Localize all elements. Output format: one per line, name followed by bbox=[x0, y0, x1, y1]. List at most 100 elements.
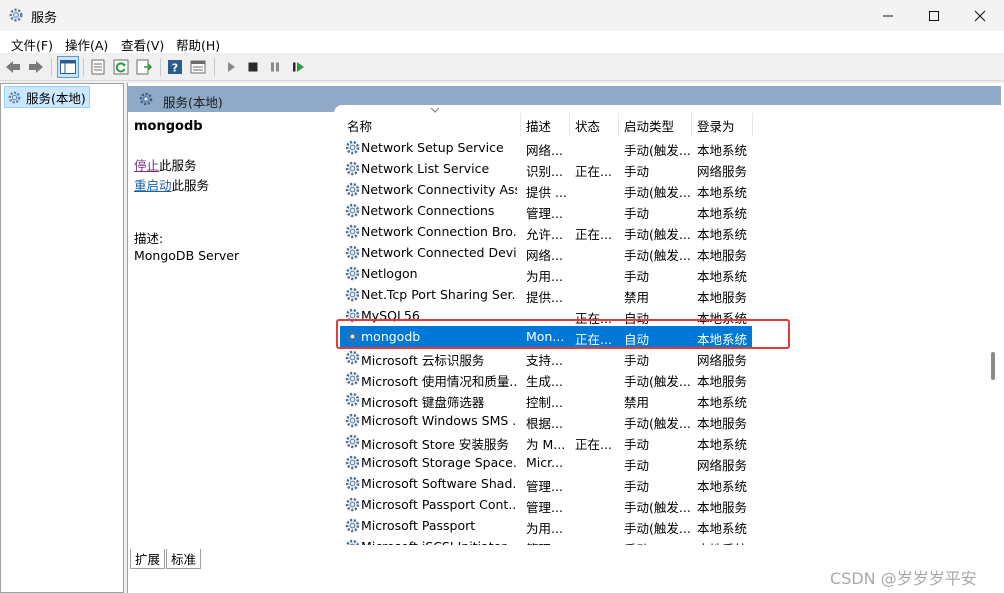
service-row[interactable]: Microsoft Passport Cont... 管理... 手动(触发... 本… bbox=[340, 494, 752, 515]
column-log-on-as[interactable]: 登录为 bbox=[697, 116, 735, 135]
refresh-button[interactable] bbox=[112, 58, 130, 76]
view-button[interactable] bbox=[189, 58, 207, 76]
column-divider[interactable] bbox=[691, 113, 692, 137]
service-startup-cell: 禁用 bbox=[624, 290, 650, 305]
selected-service-name: mongodb bbox=[134, 119, 203, 134]
restart-service-link[interactable]: 重启动 bbox=[134, 178, 172, 193]
console-tree: 服务(本地) bbox=[0, 83, 124, 593]
service-desc-cell: 允许... bbox=[526, 227, 563, 242]
service-gear-icon bbox=[345, 497, 360, 512]
back-button[interactable] bbox=[4, 58, 22, 76]
column-divider[interactable] bbox=[520, 113, 521, 137]
service-name-cell: Microsoft Passport Cont... bbox=[361, 497, 517, 512]
service-row[interactable]: Microsoft Passport 为用... 手动(触发... 本地系统 bbox=[340, 515, 752, 536]
service-status-cell: 正在... bbox=[575, 437, 612, 452]
stop-service-link[interactable]: 停止 bbox=[134, 158, 159, 173]
menu-file[interactable]: 文件(F) bbox=[11, 35, 53, 54]
restart-service-button[interactable] bbox=[289, 58, 307, 76]
close-icon bbox=[974, 10, 986, 21]
service-row[interactable]: Microsoft iSCSI Initiator ... 管理... 手动本地系统 bbox=[340, 536, 752, 545]
column-header: 名称 描述 状态 启动类型 登录为 bbox=[334, 107, 1001, 135]
service-startup-cell: 手动 bbox=[624, 269, 650, 284]
show-hide-tree-button[interactable] bbox=[57, 56, 79, 78]
service-desc-cell: 管理... bbox=[526, 206, 563, 221]
service-name-cell: Network Connected Devi... bbox=[361, 245, 517, 260]
service-row[interactable]: Microsoft Windows SMS ... 根据... 手动(触发... 本地… bbox=[340, 410, 752, 431]
service-row[interactable]: Network Connected Devi... 网络... 手动(触发... 本地… bbox=[340, 242, 752, 263]
menu-action[interactable]: 操作(A) bbox=[65, 35, 108, 54]
vertical-scrollbar[interactable] bbox=[987, 104, 1001, 546]
service-logon-cell: 本地系统 bbox=[697, 521, 748, 536]
svg-text:?: ? bbox=[172, 62, 178, 75]
service-name-cell: Microsoft Storage Space... bbox=[361, 455, 517, 470]
toolbar-divider bbox=[214, 58, 215, 76]
service-row[interactable]: Microsoft Store 安装服务 为 M... 正在... 手动 本地系统 bbox=[340, 431, 752, 452]
service-row[interactable]: Network List Service 识别... 正在... 手动 网络服务 bbox=[340, 158, 752, 179]
sort-arrow-icon bbox=[430, 107, 440, 113]
column-name[interactable]: 名称 bbox=[347, 116, 372, 135]
service-row[interactable]: Microsoft Storage Space... Micr... 手动 网络服务 bbox=[340, 452, 752, 473]
service-desc-cell: 识别... bbox=[526, 164, 563, 179]
service-row[interactable]: Microsoft 使用情况和质量... 生成... 手动(触发... 本地服务 bbox=[340, 368, 752, 389]
column-startup-type[interactable]: 启动类型 bbox=[624, 116, 674, 135]
service-desc-cell: 管理... bbox=[526, 500, 563, 515]
service-name-cell: Microsoft Windows SMS ... bbox=[361, 413, 517, 428]
service-row[interactable]: Network Connection Bro... 允许... 正在... 手动(触发… bbox=[340, 221, 752, 242]
service-gear-icon bbox=[345, 476, 360, 491]
service-status-cell: 正在... bbox=[575, 164, 612, 179]
service-row[interactable]: Microsoft Software Shad... 管理... 手动 本地系统 bbox=[340, 473, 752, 494]
column-divider[interactable] bbox=[569, 113, 570, 137]
service-startup-cell: 手动(触发... bbox=[624, 185, 691, 200]
start-service-button[interactable] bbox=[222, 58, 240, 76]
menu-view[interactable]: 查看(V) bbox=[121, 35, 164, 54]
pause-service-button[interactable] bbox=[266, 58, 284, 76]
minimize-button[interactable] bbox=[865, 0, 911, 31]
column-status[interactable]: 状态 bbox=[575, 116, 600, 135]
tree-node-label: 服务(本地) bbox=[26, 90, 86, 106]
service-desc-cell: 为用... bbox=[526, 269, 563, 284]
start-icon bbox=[228, 62, 235, 72]
column-divider[interactable] bbox=[618, 113, 619, 137]
properties-button[interactable] bbox=[89, 58, 107, 76]
maximize-button[interactable] bbox=[911, 0, 957, 31]
service-gear-icon bbox=[345, 245, 360, 260]
tab-standard[interactable]: 标准 bbox=[166, 549, 202, 569]
service-logon-cell: 网络服务 bbox=[697, 353, 748, 368]
stop-service-button[interactable] bbox=[244, 58, 262, 76]
service-desc-cell: 网络... bbox=[526, 248, 563, 263]
column-description[interactable]: 描述 bbox=[526, 116, 551, 135]
service-startup-cell: 手动(触发... bbox=[624, 248, 691, 263]
service-row[interactable]: Network Setup Service 网络... 手动(触发... 本地系统 bbox=[340, 137, 752, 158]
column-divider[interactable] bbox=[752, 113, 753, 137]
tab-extended-label: 扩展 bbox=[135, 552, 161, 567]
tree-node-services-local[interactable]: 服务(本地) bbox=[4, 86, 90, 108]
service-logon-cell: 本地系统 bbox=[697, 269, 748, 284]
service-detail: mongodb 停止此服务 重启动此服务 描述: MongoDB Server bbox=[134, 119, 329, 263]
service-name-cell: Netlogon bbox=[361, 266, 418, 281]
scrollbar-thumb[interactable] bbox=[991, 352, 995, 380]
service-logon-cell: 本地服务 bbox=[697, 290, 748, 305]
service-logon-cell: 本地系统 bbox=[697, 539, 753, 545]
toolbar-divider bbox=[83, 58, 84, 76]
service-row[interactable]: Network Connections 管理... 手动 本地系统 bbox=[340, 200, 752, 221]
toolbar-divider bbox=[160, 58, 161, 76]
service-row[interactable]: Netlogon 为用... 手动 本地系统 bbox=[340, 263, 752, 284]
service-gear-icon bbox=[345, 224, 360, 239]
service-row[interactable]: Microsoft 云标识服务 支持... 手动 网络服务 bbox=[340, 347, 752, 368]
back-icon bbox=[6, 61, 20, 73]
services-gear-icon bbox=[9, 8, 23, 22]
forward-button[interactable] bbox=[27, 58, 45, 76]
service-name-cell: Microsoft 云标识服务 bbox=[361, 353, 485, 368]
service-name-cell: Network Connection Bro... bbox=[361, 224, 517, 239]
service-row[interactable]: Network Connectivity Ass... 提供 ... 手动(触发..… bbox=[340, 179, 752, 200]
tab-extended[interactable]: 扩展 bbox=[130, 549, 166, 569]
service-name-cell: Network Setup Service bbox=[361, 140, 504, 155]
menu-help[interactable]: 帮助(H) bbox=[176, 35, 220, 54]
description-text: MongoDB Server bbox=[134, 248, 240, 263]
export-list-button[interactable] bbox=[135, 58, 153, 76]
service-row[interactable]: Microsoft 键盘筛选器 控制... 禁用 本地系统 bbox=[340, 389, 752, 410]
service-logon-cell: 本地系统 bbox=[697, 206, 748, 221]
service-row[interactable]: Net.Tcp Port Sharing Ser... 提供... 禁用 本地服务 bbox=[340, 284, 752, 305]
help-button[interactable]: ? bbox=[166, 58, 184, 76]
close-button[interactable] bbox=[957, 0, 1003, 31]
